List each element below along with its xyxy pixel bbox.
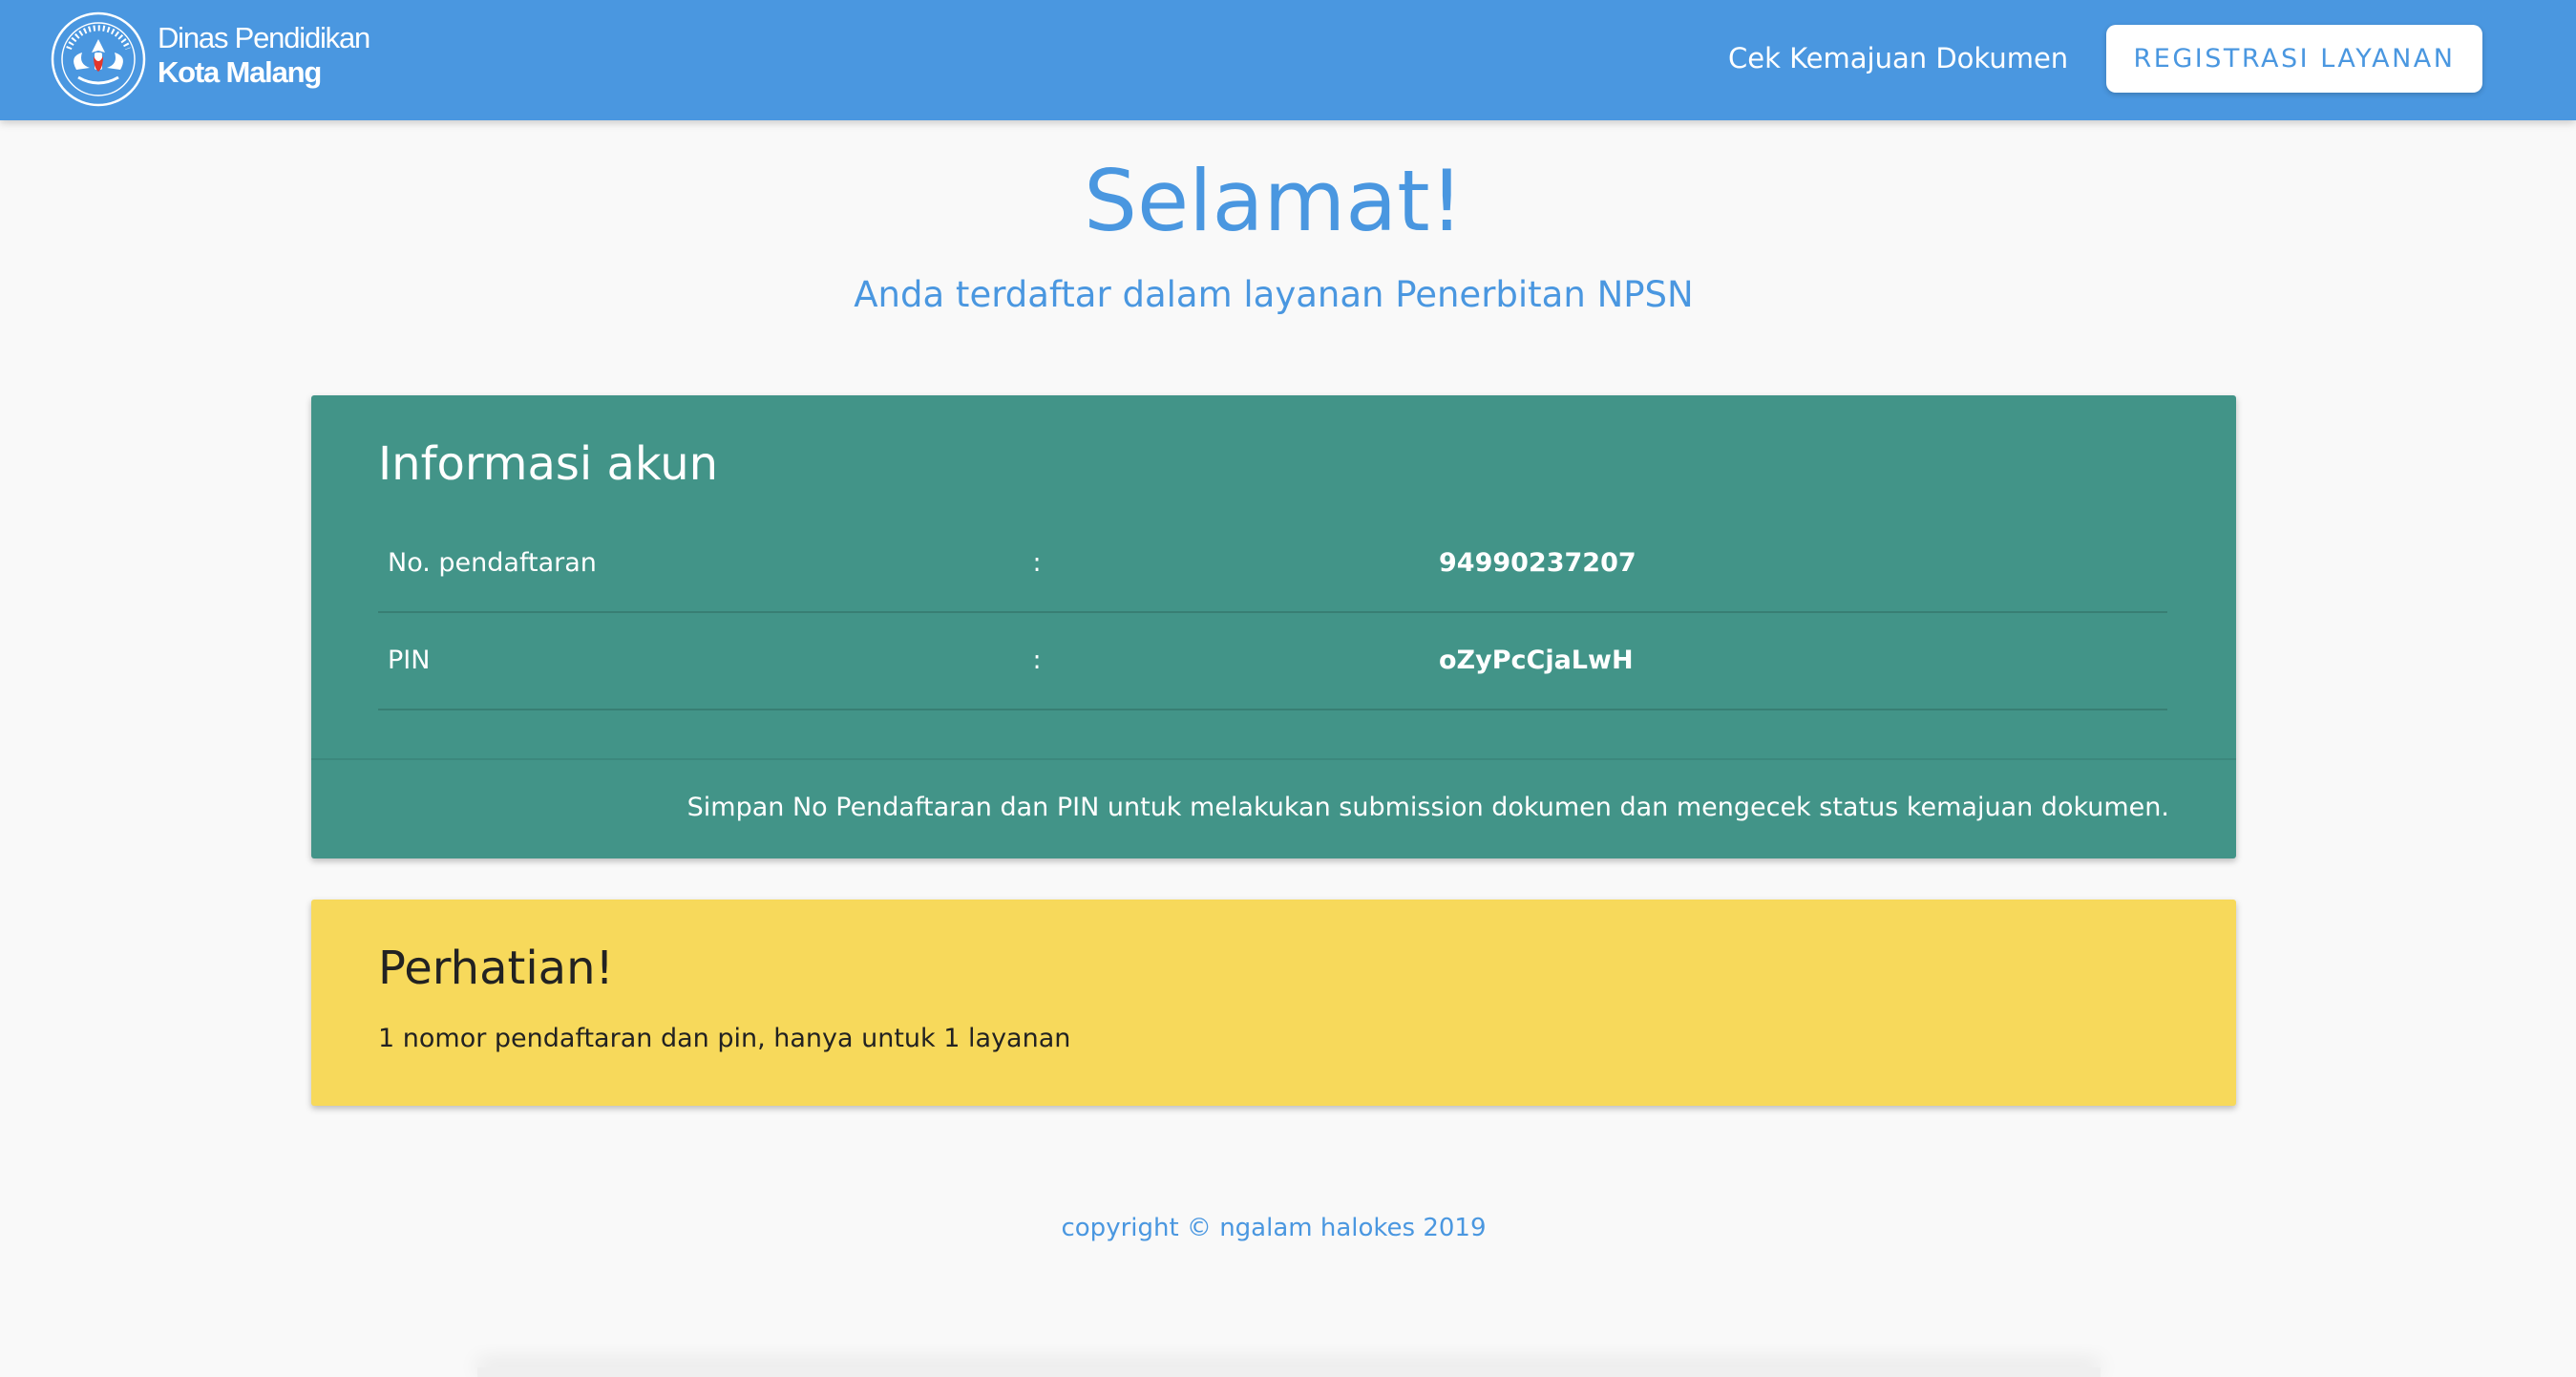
registrasi-layanan-button[interactable]: REGISTRASI LAYANAN <box>2106 25 2482 93</box>
tut-wuri-handayani-logo-icon[interactable] <box>50 11 147 108</box>
registration-number-value: 94990237207 <box>1439 548 1636 578</box>
pin-row: PIN : oZyPcCjaLwH <box>378 613 2167 710</box>
attention-card: Perhatian! 1 nomor pendaftaran dan pin, … <box>311 900 2236 1106</box>
registration-number-row: No. pendaftaran : 94990237207 <box>378 516 2167 613</box>
top-navbar: Dinas Pendidikan Kota Malang Cek Kemajua… <box>0 0 2576 120</box>
brand-name[interactable]: Dinas Pendidikan Kota Malang <box>158 21 370 90</box>
pin-value: oZyPcCjaLwH <box>1439 646 1634 675</box>
page-title: Selamat! <box>1084 152 1464 250</box>
account-info-card: Informasi akun No. pendaftaran : 9499023… <box>311 395 2236 858</box>
brand-line-1: Dinas Pendidikan <box>158 21 370 54</box>
cek-kemajuan-dokumen-link[interactable]: Cek Kemajuan Dokumen <box>1728 40 2068 76</box>
attention-text: 1 nomor pendaftaran dan pin, hanya untuk… <box>378 1024 1071 1053</box>
save-credentials-note: Simpan No Pendaftaran dan PIN untuk mela… <box>686 793 2169 822</box>
attention-title: Perhatian! <box>378 942 614 995</box>
registration-number-label: No. pendaftaran <box>388 548 597 578</box>
row-separator: : <box>1032 548 1042 578</box>
row-separator: : <box>1032 646 1042 675</box>
bottom-panel-edge <box>477 1367 2101 1377</box>
card-divider <box>311 758 2236 760</box>
pin-label: PIN <box>388 646 431 675</box>
brand-line-2: Kota Malang <box>158 55 322 89</box>
account-info-title: Informasi akun <box>378 437 719 491</box>
footer-copyright: copyright © ngalam halokes 2019 <box>1061 1214 1487 1242</box>
page-subtitle: Anda terdaftar dalam layanan Penerbitan … <box>854 274 1694 315</box>
